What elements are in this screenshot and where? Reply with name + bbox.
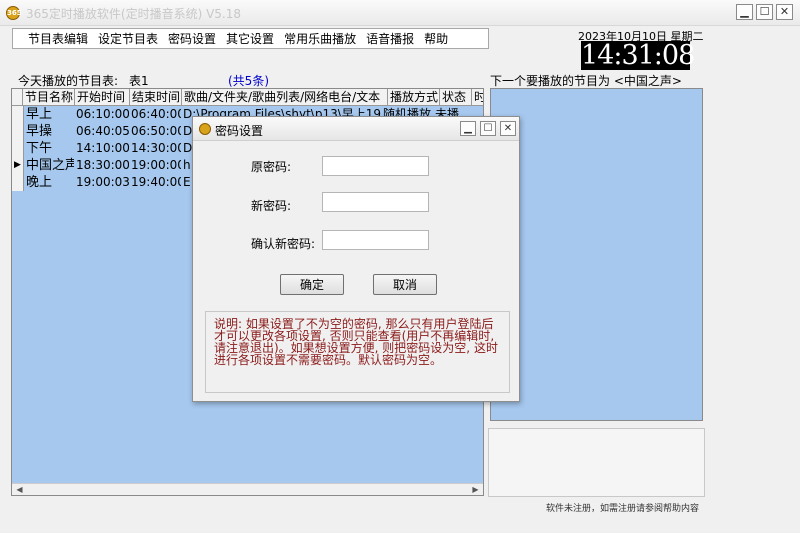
- info-panel: [488, 428, 705, 497]
- menu-set-program[interactable]: 设定节目表: [93, 30, 163, 47]
- dialog-title-bar: 密码设置 ▁ ☐ ✕: [193, 117, 519, 141]
- row-marker: [12, 123, 24, 140]
- menu-password[interactable]: 密码设置: [163, 30, 221, 47]
- column-header-mode[interactable]: 播放方式: [388, 89, 440, 106]
- cell-end: 19:40:00: [131, 175, 181, 189]
- clock-display: 14:31:08: [581, 40, 695, 71]
- dialog-maximize-icon[interactable]: ☐: [480, 121, 496, 136]
- registration-status: 软件未注册，如需注册请参阅帮助内容: [546, 504, 700, 514]
- cell-end: 06:40:00: [131, 107, 181, 121]
- horizontal-scrollbar[interactable]: ◀ ▶: [12, 483, 483, 495]
- dialog-close-icon[interactable]: ✕: [500, 121, 516, 136]
- next-program-panel: [490, 88, 703, 421]
- cell-start: 18:30:00: [76, 158, 129, 172]
- menu-program-edit[interactable]: 节目表编辑: [23, 30, 93, 47]
- program-count: (共5条): [228, 74, 269, 88]
- maximize-icon[interactable]: ☐: [756, 4, 773, 20]
- dialog-title: 密码设置: [215, 124, 264, 138]
- title-bar: 365 365定时播放软件(定时播音系统) V5.18 ▁ ☐ ✕: [0, 0, 800, 26]
- menu-bar: 节目表编辑 设定节目表 密码设置 其它设置 常用乐曲播放 语音播报 帮助: [12, 28, 489, 49]
- table-header: 节目名称 开始时间 结束时间 歌曲/文件夹/歌曲列表/网络电台/文本 播放方式 …: [12, 89, 483, 106]
- cell-end: 06:50:00: [131, 124, 181, 138]
- dialog-app-icon: [199, 123, 211, 135]
- password-note: 说明: 如果设置了不为空的密码, 那么只有用户登陆后才可以更改各项设置, 否则只…: [205, 311, 510, 393]
- cell-name: 下午: [26, 141, 53, 156]
- app-logo-icon: 365: [6, 6, 22, 20]
- column-header-name[interactable]: 节目名称: [23, 89, 75, 106]
- today-schedule-label: 今天播放的节目表:: [18, 74, 119, 88]
- menu-common-music[interactable]: 常用乐曲播放: [279, 30, 361, 47]
- scroll-left-icon[interactable]: ◀: [13, 484, 26, 495]
- menu-voice-broadcast[interactable]: 语音播报: [361, 30, 419, 47]
- column-header-status[interactable]: 状态: [440, 89, 472, 106]
- today-table-name: 表1: [129, 74, 149, 88]
- old-password-label: 原密码:: [251, 160, 292, 174]
- column-header-time[interactable]: 时: [472, 89, 483, 106]
- menu-help[interactable]: 帮助: [419, 30, 453, 47]
- password-dialog: 密码设置 ▁ ☐ ✕ 原密码: 新密码: 确认新密码: 确定 取消 说明: 如果…: [192, 116, 520, 402]
- menu-other-settings[interactable]: 其它设置: [221, 30, 279, 47]
- next-program-label: 下一个要播放的节目为 <中国之声>: [490, 74, 682, 88]
- cell-name: 早上: [26, 107, 53, 122]
- cell-start: 19:00:03: [76, 175, 129, 189]
- scroll-right-icon[interactable]: ▶: [469, 484, 482, 495]
- main-window: 365 365定时播放软件(定时播音系统) V5.18 ▁ ☐ ✕ 节目表编辑 …: [0, 0, 800, 533]
- cell-start: 06:40:05: [76, 124, 129, 138]
- close-icon[interactable]: ✕: [776, 4, 793, 20]
- old-password-field[interactable]: [322, 156, 429, 176]
- cell-start: 06:10:00: [76, 107, 129, 121]
- cell-name: 中国之声: [26, 158, 74, 173]
- new-password-label: 新密码:: [251, 199, 292, 213]
- row-marker: [12, 106, 24, 123]
- cell-end: 14:30:00: [131, 141, 181, 155]
- row-header-corner: [12, 89, 23, 106]
- confirm-password-field[interactable]: [322, 230, 429, 250]
- column-header-end[interactable]: 结束时间: [130, 89, 182, 106]
- cell-end: 19:00:00: [131, 158, 181, 172]
- window-title: 365定时播放软件(定时播音系统) V5.18: [26, 7, 242, 21]
- dialog-minimize-icon[interactable]: ▁: [460, 121, 476, 136]
- confirm-password-label: 确认新密码:: [251, 237, 316, 251]
- minimize-icon[interactable]: ▁: [736, 4, 753, 20]
- cancel-button[interactable]: 取消: [373, 274, 437, 295]
- new-password-field[interactable]: [322, 192, 429, 212]
- row-marker: [12, 174, 24, 191]
- column-header-start[interactable]: 开始时间: [75, 89, 130, 106]
- row-marker: ▶: [12, 157, 24, 174]
- cell-name: 早操: [26, 124, 53, 139]
- row-marker: [12, 140, 24, 157]
- cell-start: 14:10:00: [76, 141, 129, 155]
- cell-name: 晚上: [26, 175, 53, 190]
- column-header-source[interactable]: 歌曲/文件夹/歌曲列表/网络电台/文本: [182, 89, 388, 106]
- ok-button[interactable]: 确定: [280, 274, 344, 295]
